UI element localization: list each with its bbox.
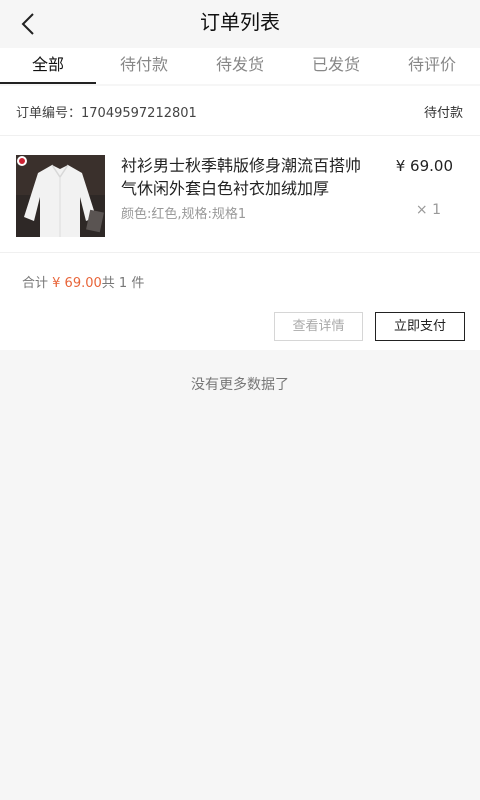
order-item[interactable]: 衬衫男士秋季韩版修身潮流百搭帅气休闲外套白色衬衣加绒加厚 颜色:红色,规格:规格…	[0, 137, 480, 253]
no-more-data-text: 没有更多数据了	[191, 377, 289, 393]
nav-bar: 订单列表	[0, 0, 480, 48]
order-header: 订单编号：17049597212801 待付款	[0, 86, 480, 136]
product-spec: 颜色:红色,规格:规格1	[121, 207, 247, 222]
order-summary: 合计 ¥ 69.00共 1 件	[22, 272, 144, 291]
tab-shipped[interactable]: 已发货	[288, 48, 384, 84]
product-name[interactable]: 衬衫男士秋季韩版修身潮流百搭帅气休闲外套白色衬衣加绒加厚	[121, 154, 361, 200]
order-number-label: 订单编号：	[16, 106, 82, 121]
tab-all[interactable]: 全部	[0, 48, 96, 84]
product-thumbnail[interactable]	[16, 155, 105, 237]
tab-pending-payment[interactable]: 待付款	[96, 48, 192, 84]
tab-pending-review[interactable]: 待评价	[384, 48, 480, 84]
order-card: 订单编号：17049597212801 待付款 衬衫男士秋季韩版修身潮流百搭帅气…	[0, 86, 480, 350]
product-price: ¥ 69.00	[395, 157, 453, 175]
product-quantity: × 1	[415, 202, 441, 218]
order-number-value: 17049597212801	[81, 106, 197, 121]
item-count: 共 1 件	[101, 276, 145, 291]
tab-pending-shipment[interactable]: 待发货	[192, 48, 288, 84]
total-label: 合计	[22, 276, 49, 291]
view-details-button[interactable]: 查看详情	[274, 312, 363, 341]
order-status: 待付款	[423, 106, 463, 121]
order-actions: 查看详情 立即支付	[274, 312, 465, 341]
page-title: 订单列表	[200, 10, 280, 34]
pay-now-button[interactable]: 立即支付	[375, 312, 465, 341]
order-tabs: 全部 待付款 待发货 已发货 待评价	[0, 48, 480, 84]
total-amount: ¥ 69.00	[52, 276, 102, 291]
order-number: 订单编号：17049597212801	[16, 102, 197, 121]
